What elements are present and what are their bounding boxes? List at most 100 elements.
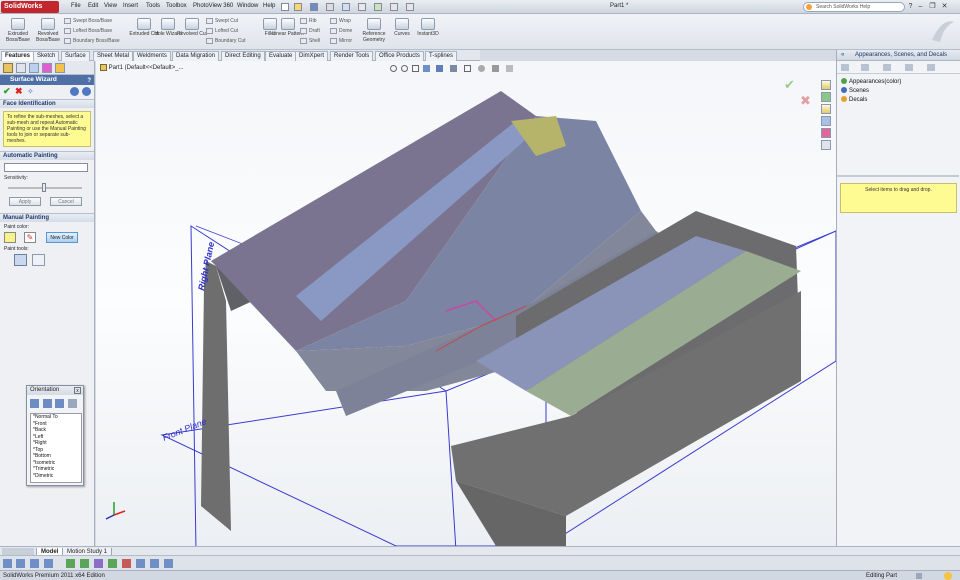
mirror-button[interactable]: Mirror xyxy=(330,36,360,46)
shell-button[interactable]: Shell xyxy=(300,36,330,46)
rotate-tool-icon[interactable] xyxy=(30,559,39,568)
forward-icon[interactable] xyxy=(861,64,869,71)
dome-button[interactable]: Dome xyxy=(330,26,360,36)
revolved-cut-button[interactable]: Revolved Cut xyxy=(176,18,208,37)
ok-checkmark-icon[interactable]: ✔ xyxy=(3,86,11,97)
boundary-cut-button[interactable]: Boundary Cut xyxy=(206,36,258,46)
manual-painting-header[interactable]: Manual Painting xyxy=(0,213,94,222)
tab-data-migration[interactable]: Data Migration xyxy=(172,51,220,61)
lofted-cut-button[interactable]: Lofted Cut xyxy=(206,26,258,36)
face-identification-header[interactable]: Face Identification xyxy=(0,99,94,108)
paint-tool-icon[interactable] xyxy=(108,559,117,568)
paint-fill-icon[interactable] xyxy=(32,254,45,266)
tab-sheet-metal[interactable]: Sheet Metal xyxy=(93,51,134,61)
eyedropper-icon[interactable]: ✎ xyxy=(24,232,36,243)
help-button[interactable]: ? xyxy=(906,2,915,11)
rib-button[interactable]: Rib xyxy=(300,16,330,26)
menu-edit[interactable]: Edit xyxy=(88,3,98,9)
select-tool-icon[interactable] xyxy=(3,559,12,568)
open-folder-icon[interactable] xyxy=(294,3,302,11)
tab-features[interactable]: Features xyxy=(1,51,35,61)
property-manager-icon[interactable] xyxy=(16,63,26,73)
view-palette-tab-icon[interactable] xyxy=(821,116,831,126)
solidworks-logo[interactable]: SolidWorks xyxy=(1,1,59,13)
sensitivity-slider[interactable] xyxy=(0,181,94,195)
configuration-manager-icon[interactable] xyxy=(29,63,39,73)
status-help-icon[interactable] xyxy=(944,572,952,580)
tab-surface[interactable]: Surface xyxy=(61,51,90,61)
menu-help[interactable]: Help xyxy=(263,3,275,9)
save-icon[interactable] xyxy=(310,3,318,11)
menu-photoview[interactable]: PhotoView 360 xyxy=(193,3,233,9)
paint-color-swatch[interactable] xyxy=(4,232,16,243)
wrap-button[interactable]: Wrap xyxy=(330,16,360,26)
tab-sketch[interactable]: Sketch xyxy=(33,51,60,61)
orientation-dialog[interactable]: Orientation x *Normal To *Front *Back *L… xyxy=(26,385,84,486)
status-units-icon[interactable] xyxy=(916,573,922,579)
delete-tool-icon[interactable] xyxy=(122,559,131,568)
menu-file[interactable]: File xyxy=(71,3,81,9)
tab-render-tools[interactable]: Render Tools xyxy=(330,51,374,61)
minimize-icon[interactable]: – xyxy=(916,2,925,11)
back-icon[interactable] xyxy=(841,64,849,71)
add-folder-icon[interactable] xyxy=(883,64,891,71)
feature-manager-icon[interactable] xyxy=(3,63,13,73)
forward-arrow-icon[interactable] xyxy=(82,87,91,96)
automatic-painting-header[interactable]: Automatic Painting xyxy=(0,151,94,160)
new-document-icon[interactable] xyxy=(281,3,289,11)
tab-scroll-arrows-icon[interactable] xyxy=(2,548,34,555)
file-explorer-tab-icon[interactable] xyxy=(821,104,831,114)
boundary-boss-button[interactable]: Boundary Boss/Base xyxy=(64,36,128,46)
collapse-arrows-icon[interactable]: « xyxy=(841,50,844,61)
design-library-tab-icon[interactable] xyxy=(821,92,831,102)
menu-tools[interactable]: Tools xyxy=(146,3,160,9)
pin-dialog-icon[interactable] xyxy=(68,399,78,408)
pushpin-icon[interactable]: ✧ xyxy=(27,87,34,96)
dimxpert-manager-icon[interactable] xyxy=(42,63,52,73)
tab-weldments[interactable]: Weldments xyxy=(133,51,171,61)
reset-standard-views-icon[interactable] xyxy=(55,399,65,408)
mesh-tool-icon[interactable] xyxy=(66,559,75,568)
print-icon[interactable] xyxy=(326,3,334,11)
refresh-icon[interactable] xyxy=(905,64,913,71)
select-icon[interactable] xyxy=(358,3,366,11)
cancel-x-icon[interactable]: ✖ xyxy=(15,86,23,97)
custom-properties-tab-icon[interactable] xyxy=(821,140,831,150)
search-input[interactable]: Search SolidWorks Help xyxy=(803,2,905,12)
solidworks-resources-tab-icon[interactable] xyxy=(821,80,831,90)
restore-icon[interactable]: ❐ xyxy=(928,2,937,11)
tree-item-decals[interactable]: Decals xyxy=(837,96,960,105)
zoom-tool-icon[interactable] xyxy=(16,559,25,568)
draft-button[interactable]: Draft xyxy=(300,26,330,36)
file-properties-icon[interactable] xyxy=(390,3,398,11)
extruded-boss-button[interactable]: Extruded Boss/Base xyxy=(2,18,34,43)
new-color-button[interactable]: New Color xyxy=(46,232,78,243)
back-arrow-icon[interactable] xyxy=(70,87,79,96)
cancel-button[interactable]: Cancel xyxy=(50,197,82,206)
section-tool-icon[interactable] xyxy=(150,559,159,568)
menu-window[interactable]: Window xyxy=(237,3,258,9)
close-icon[interactable]: ✕ xyxy=(940,2,949,11)
revolved-boss-button[interactable]: Revolved Boss/Base xyxy=(32,18,64,43)
surface-tool-icon[interactable] xyxy=(80,559,89,568)
tree-item-scenes[interactable]: Scenes xyxy=(837,87,960,96)
view-item-dimetric[interactable]: *Dimetric xyxy=(31,473,81,480)
apply-button[interactable]: Apply xyxy=(9,197,41,206)
orientation-header[interactable]: Orientation x xyxy=(27,386,83,395)
sketch-tool-icon[interactable] xyxy=(164,559,173,568)
sub-mesh-input[interactable] xyxy=(4,163,88,172)
pan-tool-icon[interactable] xyxy=(44,559,53,568)
swept-boss-button[interactable]: Swept Boss/Base xyxy=(64,16,128,26)
slider-thumb[interactable] xyxy=(42,183,46,192)
lofted-boss-button[interactable]: Lofted Boss/Base xyxy=(64,26,128,36)
menu-toolbox[interactable]: Toolbox xyxy=(166,3,187,9)
appearances-tab-icon[interactable] xyxy=(821,128,831,138)
search-icon[interactable] xyxy=(806,4,812,10)
orientation-close-button[interactable]: x xyxy=(74,387,81,394)
wizard-tool-icon[interactable] xyxy=(136,559,145,568)
paint-brush-icon[interactable] xyxy=(14,254,27,266)
options-icon[interactable] xyxy=(406,3,414,11)
rebuild-icon[interactable] xyxy=(374,3,382,11)
new-view-icon[interactable] xyxy=(30,399,39,408)
pin-icon[interactable] xyxy=(927,64,935,71)
